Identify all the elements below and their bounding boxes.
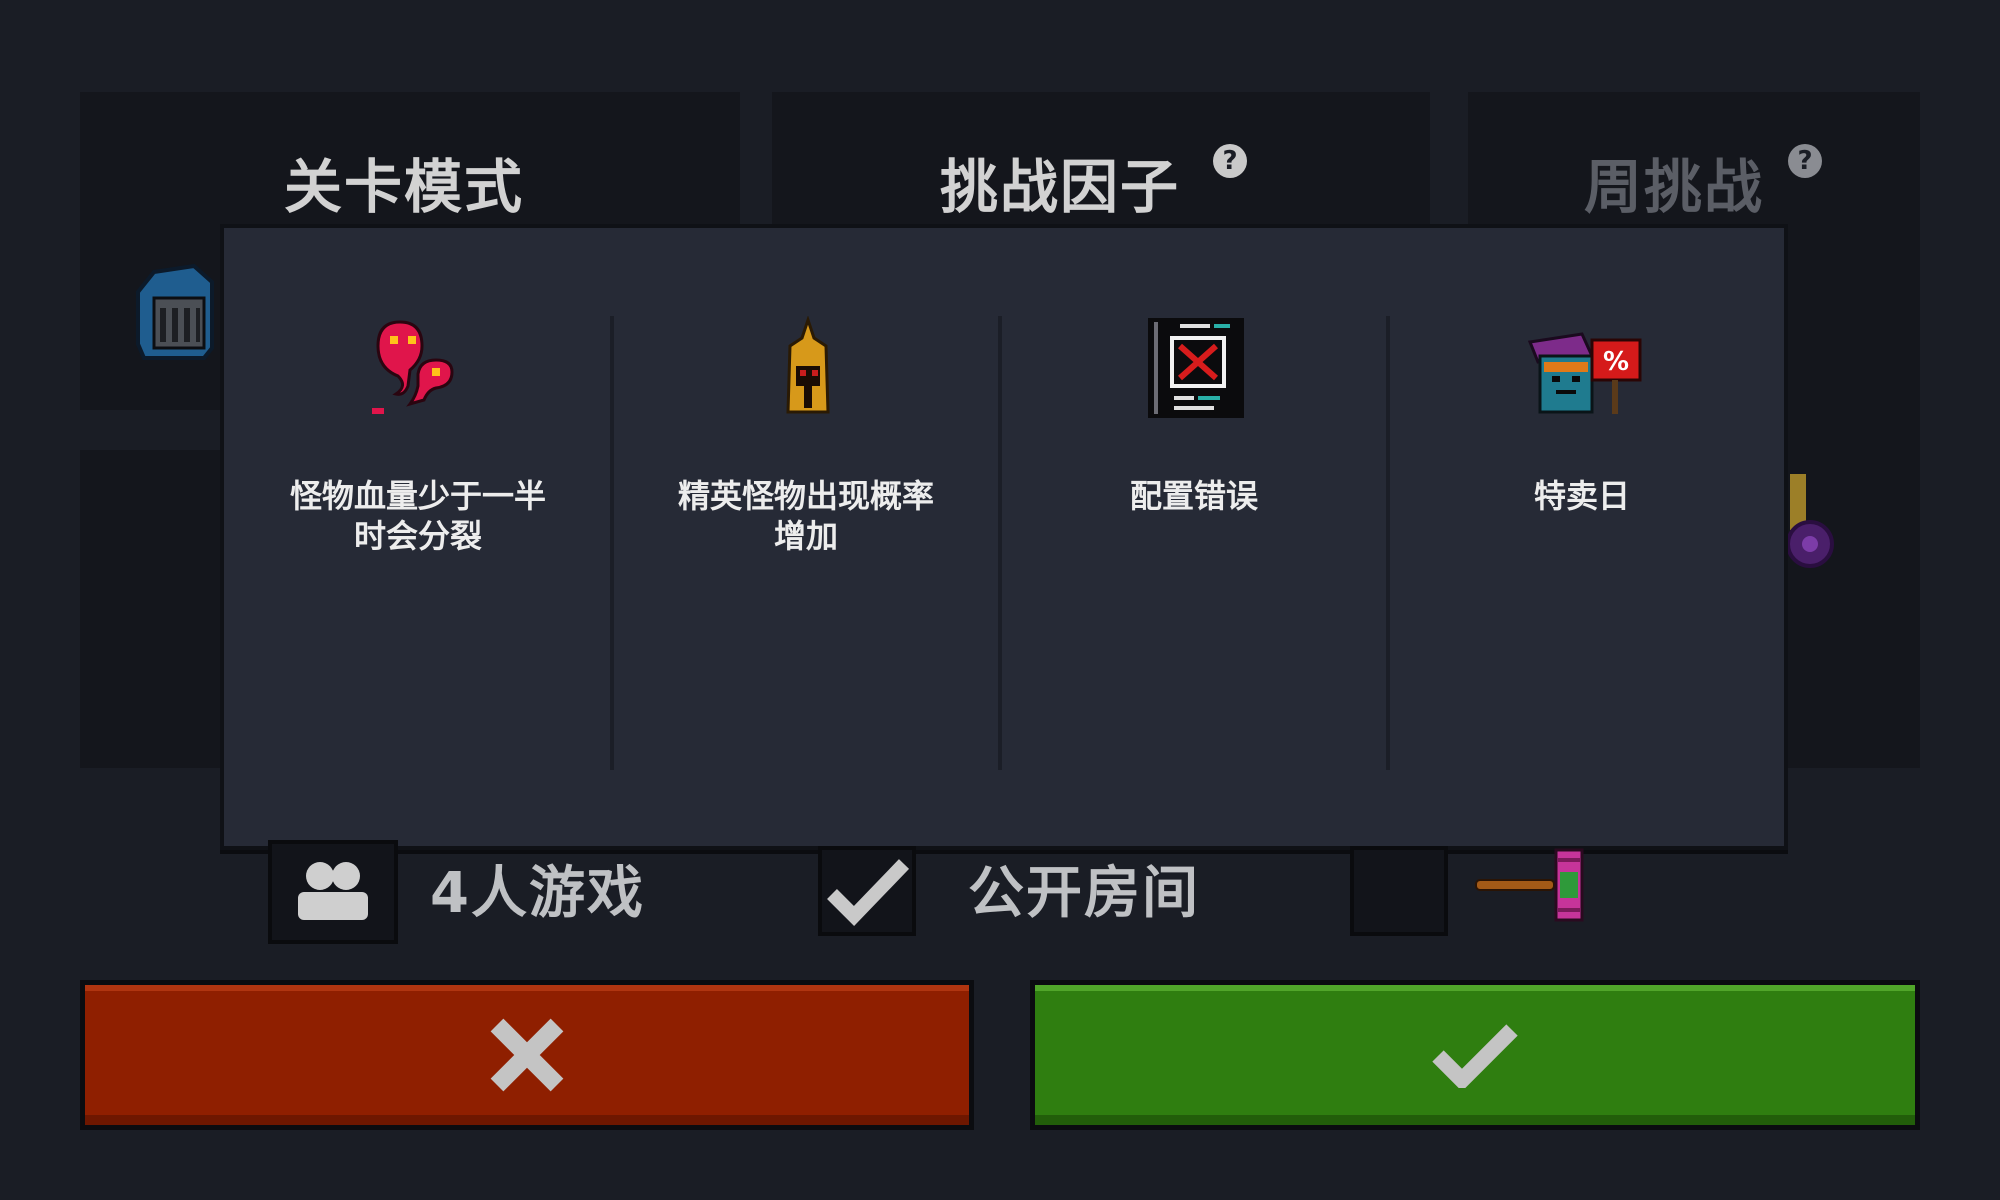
svg-text:%: % bbox=[1603, 347, 1629, 377]
players-toggle[interactable] bbox=[268, 840, 398, 944]
public-room-label: 公开房间 bbox=[968, 861, 1200, 926]
tab-challenge-factor[interactable]: 挑战因子 bbox=[940, 140, 1180, 224]
factor-card-text: 怪物血量少于一半 时会分裂 bbox=[289, 477, 546, 555]
players-icon bbox=[298, 862, 368, 920]
factor-card-text: 配置错误 bbox=[1129, 477, 1258, 515]
cancel-button[interactable] bbox=[80, 980, 974, 1130]
factor-card-config-error[interactable]: 配置错误 bbox=[1000, 316, 1388, 770]
factor-card-sale-day[interactable]: % 特卖日 bbox=[1388, 316, 1776, 770]
challenge-factor-modal: 怪物血量少于一半 时会分裂 精英怪物出现概率 增加 配置错误 % 特卖日 bbox=[220, 224, 1788, 850]
knight-helmet-icon bbox=[136, 263, 214, 360]
sale-day-icon: % bbox=[1527, 332, 1642, 414]
weekly-challenge-help-icon[interactable]: ? bbox=[1788, 144, 1822, 178]
option-checkbox-empty[interactable] bbox=[1350, 846, 1448, 936]
red-slime-split-icon bbox=[372, 320, 454, 414]
hammer-weapon-icon bbox=[1475, 848, 1584, 922]
factor-card-monster-split[interactable]: 怪物血量少于一半 时会分裂 bbox=[224, 316, 612, 770]
public-room-checkbox[interactable] bbox=[818, 846, 916, 936]
factor-card-text: 特卖日 bbox=[1533, 477, 1630, 515]
players-label: 4人游戏 bbox=[430, 861, 645, 926]
config-error-icon bbox=[1148, 318, 1244, 418]
factor-card-text: 精英怪物出现概率 增加 bbox=[677, 477, 934, 555]
challenge-factor-help-icon[interactable]: ? bbox=[1213, 144, 1247, 178]
check-icon bbox=[1432, 1024, 1518, 1088]
lantern-item-icon bbox=[1786, 474, 1834, 568]
tab-level-mode[interactable]: 关卡模式 bbox=[284, 140, 524, 224]
factor-card-elite-monsters[interactable]: 精英怪物出现概率 增加 bbox=[612, 316, 1000, 770]
close-icon bbox=[490, 1018, 564, 1092]
confirm-button[interactable] bbox=[1030, 980, 1920, 1130]
tab-weekly-challenge[interactable]: 周挑战 bbox=[1584, 140, 1764, 224]
check-icon bbox=[827, 859, 910, 926]
golden-helmet-icon bbox=[786, 316, 830, 414]
